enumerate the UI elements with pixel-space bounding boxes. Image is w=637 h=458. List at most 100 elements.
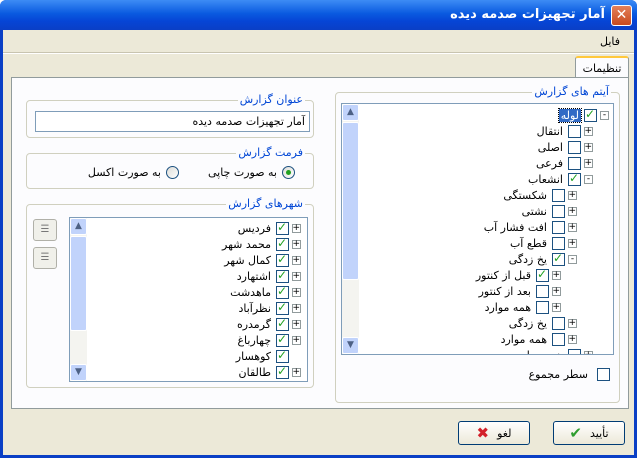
expand-icon[interactable]: + — [568, 190, 577, 200]
tree-item-checkbox[interactable] — [568, 124, 581, 138]
expand-icon[interactable]: + — [568, 222, 577, 232]
format-print-option[interactable]: به صورت چاپی — [208, 166, 295, 179]
city-item[interactable]: + کمال شهر — [222, 252, 301, 268]
cities-scrollbar[interactable]: ▲ ▼ — [70, 218, 87, 381]
city-item[interactable]: + فرديس — [236, 220, 301, 236]
tree-item[interactable]: + اصلی — [536, 139, 593, 155]
tree-scrollbar[interactable]: ▲ ▼ — [342, 104, 359, 354]
tree-item[interactable]: + شکستگی — [501, 187, 577, 203]
tree-item-checkbox[interactable] — [568, 348, 581, 354]
tree-item[interactable]: + همه موارد — [483, 299, 561, 315]
city-item[interactable]: + اشتهارد — [235, 268, 301, 284]
tree-item-checkbox[interactable] — [568, 171, 581, 186]
expand-icon[interactable] — [292, 352, 301, 361]
tree-item[interactable]: + يخ زدگی — [507, 315, 577, 331]
tree-item-checkbox[interactable] — [536, 267, 549, 282]
expand-icon[interactable]: + — [292, 367, 301, 377]
report-items-tree[interactable]: ▲ ▼ -لوله+انتقال+اصلی+فرعی-انشعاب+شکستگی… — [341, 103, 614, 355]
expand-icon[interactable]: + — [568, 206, 577, 216]
city-item[interactable]: + چهارباغ — [235, 332, 301, 348]
tree-item[interactable]: + نشتی — [520, 203, 577, 219]
collapse-icon[interactable]: - — [600, 110, 609, 120]
expand-icon[interactable]: + — [568, 238, 577, 248]
tree-item-checkbox[interactable] — [536, 284, 549, 298]
tree-item-checkbox[interactable] — [568, 140, 581, 154]
tree-item-checkbox[interactable] — [552, 332, 565, 346]
expand-icon[interactable]: + — [292, 319, 301, 329]
tree-item-checkbox[interactable] — [536, 300, 549, 314]
ok-button[interactable]: تأييد ✔ — [553, 421, 625, 445]
city-item-checkbox[interactable] — [276, 220, 289, 235]
tree-item[interactable]: + فرعی — [534, 155, 593, 171]
expand-icon[interactable]: + — [292, 239, 301, 249]
expand-icon[interactable]: + — [292, 255, 301, 265]
cities-list[interactable]: ▲ ▼ + فرديس + محمد شهر + کمال شهر + اشتهارد + ماه… — [69, 217, 308, 382]
collapse-icon[interactable]: - — [584, 174, 593, 184]
tree-item[interactable]: + افت فشار آب — [482, 219, 577, 235]
tree-item[interactable]: + انتقال — [535, 123, 593, 139]
expand-icon[interactable]: + — [568, 334, 577, 344]
format-print-radio[interactable] — [282, 166, 295, 179]
expand-icon[interactable]: + — [552, 270, 561, 280]
tree-item-checkbox[interactable] — [552, 220, 565, 234]
expand-icon[interactable]: + — [584, 142, 593, 152]
scroll-down-icon[interactable]: ▼ — [70, 364, 87, 381]
scroll-thumb[interactable] — [342, 122, 359, 280]
tree-item-checkbox[interactable] — [552, 251, 565, 266]
expand-icon[interactable]: + — [584, 126, 593, 136]
collapse-icon[interactable]: - — [568, 254, 577, 264]
close-icon[interactable]: ✕ — [611, 5, 632, 26]
city-item[interactable]: + گرمدره — [235, 316, 301, 332]
expand-icon[interactable]: + — [584, 158, 593, 168]
expand-icon[interactable]: + — [292, 287, 301, 297]
report-title-input[interactable]: آمار تجهيزات صدمه ديده — [35, 111, 310, 132]
city-item-checkbox[interactable] — [276, 284, 289, 299]
tree-item-checkbox[interactable] — [552, 316, 565, 330]
expand-icon[interactable]: + — [292, 335, 301, 345]
tree-item[interactable]: - لوله — [557, 107, 609, 123]
tree-item[interactable]: + قطع آب — [508, 235, 577, 251]
format-excel-radio[interactable] — [166, 166, 179, 179]
expand-icon[interactable]: + — [292, 303, 301, 313]
total-row-checkbox[interactable] — [597, 368, 610, 381]
expand-icon[interactable]: + — [584, 350, 593, 354]
tree-item-checkbox[interactable] — [568, 156, 581, 170]
city-item[interactable]: + محمد شهر — [220, 236, 301, 252]
scroll-thumb[interactable] — [70, 236, 87, 331]
tree-item-checkbox[interactable] — [584, 107, 597, 122]
cancel-button[interactable]: لغو ✖ — [458, 421, 530, 445]
total-row-option[interactable]: سطر مجموع — [529, 368, 613, 381]
tree-item-checkbox[interactable] — [552, 236, 565, 250]
format-excel-option[interactable]: به صورت اکسل — [88, 166, 179, 179]
scroll-down-icon[interactable]: ▼ — [342, 337, 359, 354]
city-item-checkbox[interactable] — [276, 236, 289, 251]
menu-file[interactable]: فايل — [600, 35, 620, 48]
tree-item[interactable]: - يخ زدگی — [507, 251, 577, 267]
tree-item[interactable]: - انشعاب — [526, 171, 593, 187]
tree-item-checkbox[interactable] — [552, 188, 565, 202]
city-item[interactable]: + نظرآباد — [236, 300, 301, 316]
city-item-checkbox[interactable] — [276, 348, 289, 363]
deselect-all-icon[interactable]: ☰ — [33, 247, 57, 269]
tree-item[interactable]: + همه موارد — [515, 347, 593, 354]
select-all-icon[interactable]: ☰ — [33, 219, 57, 241]
expand-icon[interactable]: + — [292, 223, 301, 233]
tree-item[interactable]: + بعد از کنتور — [477, 283, 561, 299]
scroll-up-icon[interactable]: ▲ — [70, 218, 87, 235]
scroll-up-icon[interactable]: ▲ — [342, 104, 359, 121]
city-item-checkbox[interactable] — [276, 252, 289, 267]
tree-item[interactable]: + قبل از کنتور — [474, 267, 561, 283]
city-item[interactable]: کوهسار — [234, 348, 301, 364]
city-item[interactable]: + ماهدشت — [228, 284, 301, 300]
expand-icon[interactable]: + — [568, 318, 577, 328]
expand-icon[interactable]: + — [552, 286, 561, 296]
city-item-checkbox[interactable] — [276, 316, 289, 331]
expand-icon[interactable]: + — [552, 302, 561, 312]
expand-icon[interactable]: + — [292, 271, 301, 281]
city-item-checkbox[interactable] — [276, 268, 289, 283]
tree-item-checkbox[interactable] — [552, 204, 565, 218]
city-item-checkbox[interactable] — [276, 300, 289, 315]
tree-item[interactable]: + همه موارد — [499, 331, 577, 347]
city-item-checkbox[interactable] — [276, 332, 289, 347]
tab-settings[interactable]: تنظيمات — [575, 56, 629, 78]
